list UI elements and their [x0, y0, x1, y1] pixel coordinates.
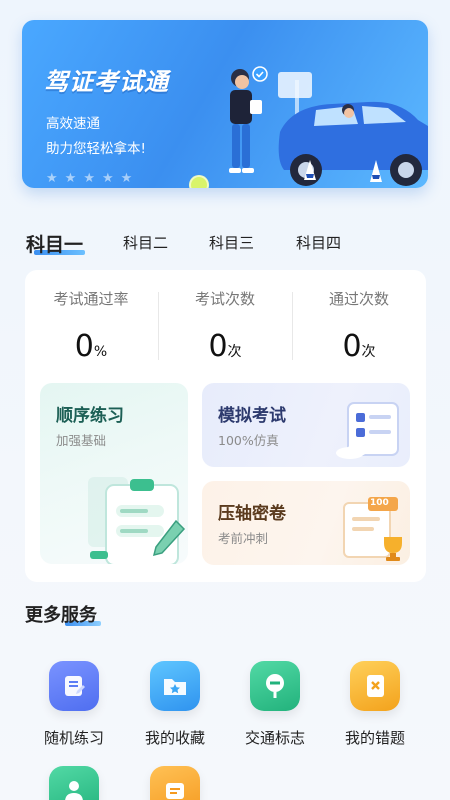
- service-label: 随机练习: [43, 729, 104, 747]
- tile-subtitle: 100%仿真: [218, 433, 279, 448]
- tile-title: 顺序练习: [56, 406, 124, 426]
- stat-value: 0次: [160, 329, 290, 364]
- stat-label: 通过次数: [328, 290, 389, 308]
- stat-label: 考试次数: [194, 290, 255, 308]
- star-icon: ★: [120, 171, 133, 186]
- sequential-practice-tile[interactable]: 顺序练习 加强基础: [40, 383, 188, 564]
- star-icon: ★: [101, 171, 114, 186]
- tab-subject-1[interactable]: 科目一: [26, 230, 86, 257]
- service-label: 我的错题: [344, 729, 405, 747]
- service-favorites[interactable]: 我的收藏: [130, 661, 220, 748]
- stat-number: 0: [342, 329, 362, 364]
- star-icon: ★: [46, 171, 58, 186]
- stat-unit: 次: [361, 344, 376, 360]
- service-random-practice[interactable]: 随机练习: [29, 661, 119, 748]
- service-item-5[interactable]: [29, 766, 119, 800]
- mock-exam-tile[interactable]: 模拟考试 100%仿真: [202, 383, 410, 467]
- final-paper-tile[interactable]: 压轴密卷 考前冲刺 100: [202, 481, 410, 565]
- service-label: 交通标志: [244, 729, 305, 747]
- tab-subject-3[interactable]: 科目三: [209, 232, 254, 253]
- tile-subtitle: 加强基础: [56, 433, 107, 448]
- stat-pass-rate: 考试通过率 0%: [26, 288, 156, 364]
- star-icon: ★: [64, 171, 77, 186]
- stat-label: 考试通过率: [53, 290, 129, 308]
- subject-card: 考试通过率 0% 考试次数 0次 通过次数 0次 顺序练习 加强基础 模拟考试 …: [25, 270, 426, 582]
- stat-value: 0%: [26, 329, 156, 364]
- tab-subject-4[interactable]: 科目四: [296, 232, 341, 253]
- more-services-title: 更多服务: [25, 601, 101, 627]
- traffic-sign-icon: [250, 661, 300, 711]
- service-wrong-questions[interactable]: 我的错题: [330, 661, 420, 748]
- banner-title: 驾证考试通: [44, 68, 169, 96]
- stat-exam-count: 考试次数 0次: [160, 288, 290, 364]
- stat-number: 0: [74, 329, 94, 364]
- banner-line-1: 高效速通: [46, 116, 100, 132]
- promo-banner[interactable]: 驾证考试通 高效速通 助力您轻松拿本! ★ ★ ★ ★ ★: [22, 20, 428, 188]
- checklist-icon: [336, 402, 399, 459]
- tab-subject-2[interactable]: 科目二: [123, 232, 168, 253]
- subject-tabs: 科目一 科目二 科目三 科目四: [26, 232, 426, 262]
- service-label: 我的收藏: [144, 729, 205, 747]
- favorites-folder-icon: [150, 661, 200, 711]
- car-instructor-illustration: [229, 66, 428, 186]
- score-badge: 100: [370, 498, 389, 508]
- tile-subtitle: 考前冲刺: [218, 531, 269, 546]
- divider: [158, 292, 159, 360]
- stat-value: 0次: [294, 329, 424, 364]
- stat-pass-count: 通过次数 0次: [294, 288, 424, 364]
- tile-title: 压轴密卷: [218, 504, 286, 524]
- service-traffic-signs[interactable]: 交通标志: [230, 661, 320, 748]
- service-item-6[interactable]: [130, 766, 220, 800]
- stat-unit: %: [93, 344, 108, 360]
- random-practice-icon: [49, 661, 99, 711]
- document-icon: [150, 766, 200, 800]
- person-icon: [49, 766, 99, 800]
- divider: [292, 292, 293, 360]
- banner-stars: ★ ★ ★ ★ ★: [46, 172, 132, 185]
- clipboard-pencil-icon: [88, 477, 186, 564]
- tile-title: 模拟考试: [218, 406, 286, 426]
- banner-line-2: 助力您轻松拿本!: [46, 141, 146, 157]
- wrong-questions-icon: [350, 661, 400, 711]
- stat-unit: 次: [227, 344, 242, 360]
- stat-number: 0: [208, 329, 228, 364]
- star-icon: ★: [83, 171, 95, 186]
